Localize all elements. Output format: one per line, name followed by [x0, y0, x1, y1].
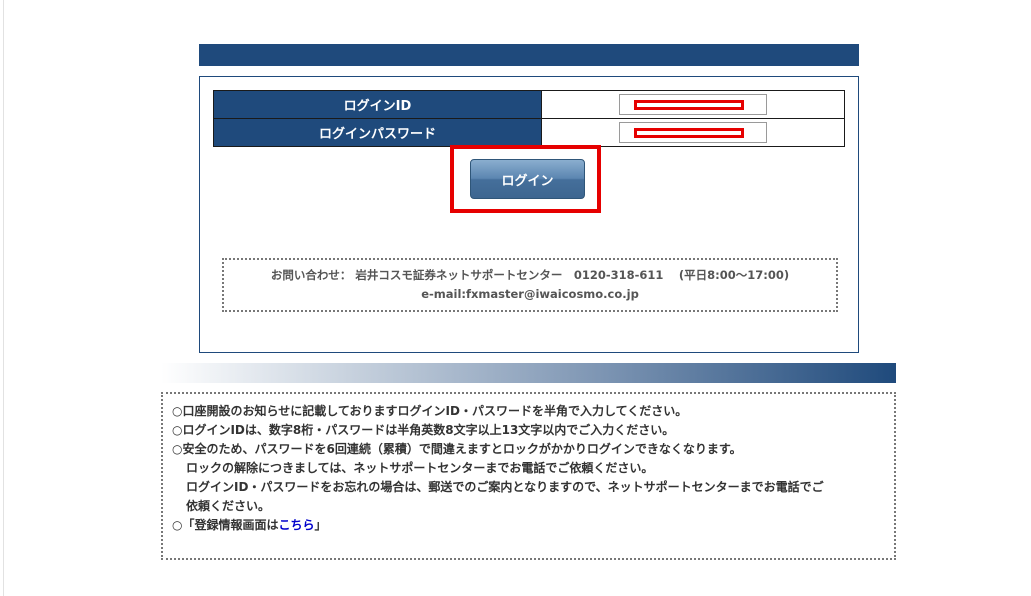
- notice-line: 依頼ください。: [186, 499, 271, 513]
- login-button[interactable]: ログイン: [470, 159, 585, 199]
- notice-line: ○口座開設のお知らせに記載しておりますログインID・パスワードを半角で入力してく…: [172, 404, 688, 418]
- login-password-label: ログインパスワード: [213, 118, 542, 147]
- page-left-border: [3, 0, 4, 596]
- registration-link[interactable]: こちら: [278, 518, 314, 532]
- login-id-cell: [541, 90, 845, 119]
- header-bar: [199, 44, 859, 66]
- contact-info-box: お問い合わせ： 岩井コスモ証券ネットサポートセンター 0120-318-611 …: [222, 258, 838, 312]
- login-id-label: ログインID: [213, 90, 542, 119]
- login-panel: ログインID ログインパスワード ログイン お問い合わせ： 岩井コスモ証券ネット…: [199, 76, 859, 353]
- notice-box: ○口座開設のお知らせに記載しておりますログインID・パスワードを半角で入力してく…: [161, 392, 896, 560]
- registration-suffix: 」: [314, 518, 327, 532]
- login-password-field-frame: [619, 122, 767, 144]
- login-password-input[interactable]: [620, 124, 766, 144]
- login-table: ログインID ログインパスワード: [213, 90, 845, 147]
- notice-line: ○ログインIDは、数字8桁・パスワードは半角英数8文字以上13文字以内でご入力く…: [172, 423, 675, 437]
- notice-header-bar: [161, 363, 896, 383]
- notice-line: ロックの解除につきましては、ネットサポートセンターまでお電話でご依頼ください。: [186, 461, 654, 475]
- login-password-row: ログインパスワード: [213, 118, 845, 147]
- registration-notice: ○「登録情報画面はこちら」: [172, 516, 894, 535]
- contact-email-line: e-mail:fxmaster@iwaicosmo.co.jp: [421, 287, 639, 301]
- login-id-field-frame: [619, 94, 767, 116]
- notice-line: ○安全のため、パスワードを6回連続（累積）で間違えますとロックがかかりログインで…: [172, 442, 742, 456]
- contact-phone-line: お問い合わせ： 岩井コスモ証券ネットサポートセンター 0120-318-611 …: [270, 268, 790, 282]
- login-id-input[interactable]: [620, 96, 766, 116]
- registration-prefix: ○「登録情報画面は: [172, 518, 279, 532]
- notice-line: ログインID・パスワードをお忘れの場合は、郵送でのご案内となりますので、ネットサ…: [186, 480, 824, 494]
- login-password-cell: [541, 118, 845, 147]
- login-id-row: ログインID: [213, 90, 845, 119]
